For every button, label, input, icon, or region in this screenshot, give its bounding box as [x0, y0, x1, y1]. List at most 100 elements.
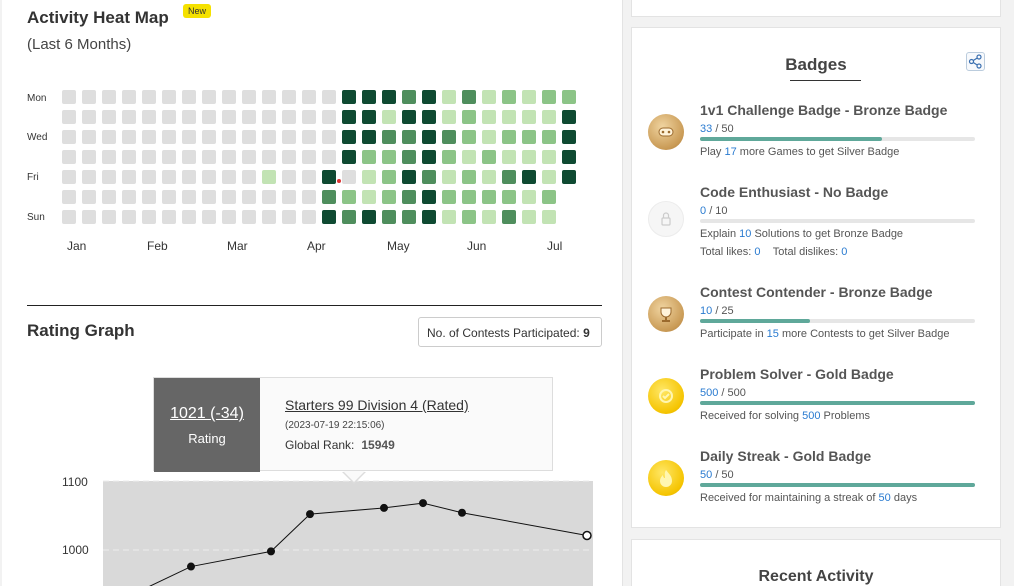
heatmap-cell[interactable]	[422, 110, 436, 124]
heatmap-cell[interactable]	[382, 190, 396, 204]
heatmap-cell[interactable]	[542, 170, 556, 184]
heatmap-cell[interactable]	[542, 110, 556, 124]
heatmap-cell[interactable]	[122, 90, 136, 104]
heatmap-cell[interactable]	[542, 90, 556, 104]
heatmap-cell[interactable]	[382, 150, 396, 164]
rating-point[interactable]	[458, 508, 466, 517]
heatmap-cell[interactable]	[322, 130, 336, 144]
heatmap-cell[interactable]	[542, 150, 556, 164]
heatmap-cell[interactable]	[522, 170, 536, 184]
heatmap-cell[interactable]	[182, 190, 196, 204]
heatmap-cell[interactable]	[62, 110, 76, 124]
heatmap-cell[interactable]	[462, 150, 476, 164]
heatmap-cell[interactable]	[482, 210, 496, 224]
heatmap-cell[interactable]	[322, 90, 336, 104]
heatmap-cell[interactable]	[222, 190, 236, 204]
heatmap-cell[interactable]	[302, 170, 316, 184]
heatmap-cell[interactable]	[362, 90, 376, 104]
heatmap-cell[interactable]	[482, 170, 496, 184]
heatmap-cell[interactable]	[82, 170, 96, 184]
heatmap-cell[interactable]	[282, 210, 296, 224]
rating-point[interactable]	[582, 530, 592, 541]
heatmap-cell[interactable]	[202, 150, 216, 164]
heatmap-cell[interactable]	[542, 130, 556, 144]
heatmap-cell[interactable]	[422, 190, 436, 204]
heatmap-cell[interactable]	[282, 170, 296, 184]
heatmap-cell[interactable]	[262, 90, 276, 104]
heatmap-cell[interactable]	[262, 170, 276, 184]
heatmap-cell[interactable]	[362, 130, 376, 144]
heatmap-cell[interactable]	[562, 150, 576, 164]
heatmap-cell[interactable]	[402, 110, 416, 124]
heatmap-cell[interactable]	[362, 170, 376, 184]
heatmap-cell[interactable]	[242, 90, 256, 104]
heatmap-cell[interactable]	[502, 190, 516, 204]
heatmap-cell[interactable]	[262, 190, 276, 204]
heatmap-cell[interactable]	[282, 190, 296, 204]
heatmap-cell[interactable]	[422, 150, 436, 164]
heatmap-cell[interactable]	[162, 110, 176, 124]
heatmap-cell[interactable]	[462, 170, 476, 184]
heatmap-cell[interactable]	[302, 110, 316, 124]
heatmap-cell[interactable]	[122, 210, 136, 224]
heatmap-cell[interactable]	[62, 130, 76, 144]
heatmap-cell[interactable]	[182, 90, 196, 104]
heatmap-cell[interactable]	[242, 130, 256, 144]
heatmap-cell[interactable]	[422, 210, 436, 224]
heatmap-cell[interactable]	[262, 150, 276, 164]
heatmap-cell[interactable]	[262, 110, 276, 124]
heatmap-cell[interactable]	[522, 110, 536, 124]
heatmap-cell[interactable]	[222, 90, 236, 104]
heatmap-cell[interactable]	[222, 130, 236, 144]
heatmap-cell[interactable]	[282, 110, 296, 124]
heatmap-cell[interactable]	[482, 110, 496, 124]
heatmap-cell[interactable]	[322, 190, 336, 204]
heatmap-cell[interactable]	[442, 170, 456, 184]
heatmap-cell[interactable]	[522, 90, 536, 104]
heatmap-cell[interactable]	[342, 190, 356, 204]
heatmap-cell[interactable]	[142, 150, 156, 164]
heatmap-cell[interactable]	[202, 170, 216, 184]
tooltip-rating-value[interactable]: 1021 (-34)	[154, 405, 260, 423]
heatmap-cell[interactable]	[242, 150, 256, 164]
heatmap-cell[interactable]	[382, 170, 396, 184]
heatmap-cell[interactable]	[482, 150, 496, 164]
heatmap-cell[interactable]	[462, 90, 476, 104]
heatmap-cell[interactable]	[462, 190, 476, 204]
heatmap-cell[interactable]	[542, 190, 556, 204]
heatmap-cell[interactable]	[222, 170, 236, 184]
heatmap-cell[interactable]	[202, 90, 216, 104]
heatmap-cell[interactable]	[142, 190, 156, 204]
heatmap-cell[interactable]	[182, 210, 196, 224]
heatmap-cell[interactable]	[422, 170, 436, 184]
heatmap-cell[interactable]	[122, 170, 136, 184]
heatmap-cell[interactable]	[482, 130, 496, 144]
heatmap-cell[interactable]	[82, 110, 96, 124]
heatmap-cell[interactable]	[182, 130, 196, 144]
heatmap-cell[interactable]	[502, 150, 516, 164]
share-button[interactable]	[966, 52, 985, 71]
heatmap-cell[interactable]	[182, 150, 196, 164]
heatmap-cell[interactable]	[162, 190, 176, 204]
heatmap-cell[interactable]	[382, 90, 396, 104]
heatmap-cell[interactable]	[282, 150, 296, 164]
heatmap-cell[interactable]	[102, 190, 116, 204]
heatmap-cell[interactable]	[142, 110, 156, 124]
heatmap-cell[interactable]	[462, 210, 476, 224]
heatmap-cell[interactable]	[282, 90, 296, 104]
heatmap-cell[interactable]	[102, 110, 116, 124]
heatmap-cell[interactable]	[62, 190, 76, 204]
heatmap-cell[interactable]	[402, 90, 416, 104]
heatmap-cell[interactable]	[402, 150, 416, 164]
heatmap-cell[interactable]	[482, 190, 496, 204]
heatmap-cell[interactable]	[402, 190, 416, 204]
heatmap-cell[interactable]	[382, 130, 396, 144]
heatmap-cell[interactable]	[342, 110, 356, 124]
heatmap-cell[interactable]	[302, 90, 316, 104]
heatmap-cell[interactable]	[302, 190, 316, 204]
heatmap-cell[interactable]	[522, 190, 536, 204]
heatmap-cell[interactable]	[82, 90, 96, 104]
rating-point[interactable]	[419, 499, 427, 508]
heatmap-cell[interactable]	[442, 110, 456, 124]
heatmap-cell[interactable]	[82, 210, 96, 224]
